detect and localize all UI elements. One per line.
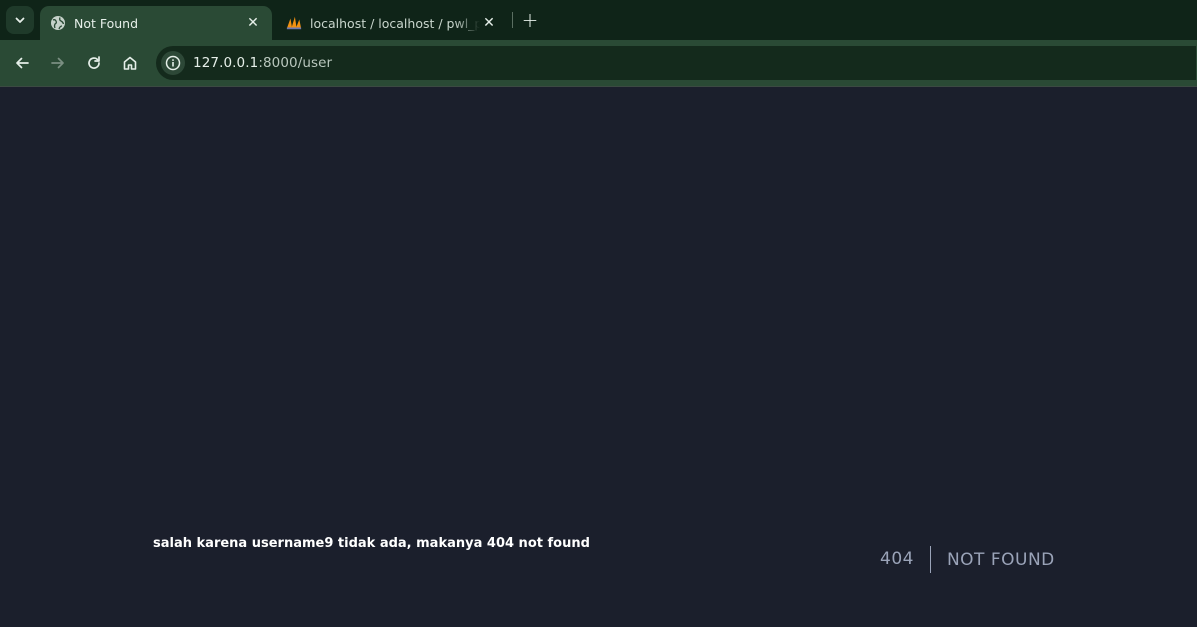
close-tab-icon[interactable]: ✕ bbox=[244, 14, 262, 32]
browser-window: Not Found ✕ localhost / localhost / pwl_… bbox=[0, 0, 1197, 627]
reload-icon bbox=[88, 56, 100, 69]
note-text: salah karena username9 tidak ada, makany… bbox=[153, 536, 590, 551]
close-tab-icon[interactable]: ✕ bbox=[480, 14, 498, 32]
tab-phpmyadmin[interactable]: localhost / localhost / pwl_pos / ✕ bbox=[276, 6, 508, 40]
new-tab-button[interactable]: + bbox=[518, 8, 542, 32]
tab-strip: Not Found ✕ localhost / localhost / pwl_… bbox=[0, 0, 1197, 40]
arrow-right-icon bbox=[51, 57, 64, 69]
site-info-button[interactable] bbox=[161, 51, 185, 75]
globe-icon bbox=[50, 15, 66, 31]
url-host: 127.0.0.1 bbox=[193, 55, 259, 71]
error-message: NOT FOUND bbox=[946, 549, 1055, 570]
chevron-down-icon bbox=[15, 17, 25, 23]
tab-search-button[interactable] bbox=[6, 6, 34, 34]
address-bar[interactable]: 127.0.0.1:8000/user bbox=[156, 46, 1196, 80]
toolbar: 127.0.0.1:8000/user bbox=[0, 40, 1197, 86]
error-block: 404 NOT FOUND bbox=[880, 546, 1055, 573]
home-button[interactable] bbox=[116, 49, 144, 77]
info-icon bbox=[165, 55, 181, 71]
page-content: salah karena username9 tidak ada, makany… bbox=[0, 87, 1197, 627]
error-code: 404 bbox=[880, 546, 931, 573]
back-button[interactable] bbox=[8, 49, 36, 77]
phpmyadmin-icon bbox=[286, 15, 302, 31]
tab-separator bbox=[512, 12, 513, 28]
forward-button[interactable] bbox=[44, 49, 72, 77]
url-path: :8000/user bbox=[258, 55, 333, 71]
tab-title: Not Found bbox=[74, 15, 139, 31]
tab-not-found[interactable]: Not Found ✕ bbox=[40, 6, 272, 40]
arrow-left-icon bbox=[16, 57, 29, 69]
reload-button[interactable] bbox=[80, 49, 108, 77]
tab-title: localhost / localhost / pwl_pos / bbox=[310, 15, 480, 31]
home-icon bbox=[123, 56, 137, 70]
url-text: 127.0.0.1:8000/user bbox=[193, 55, 332, 71]
